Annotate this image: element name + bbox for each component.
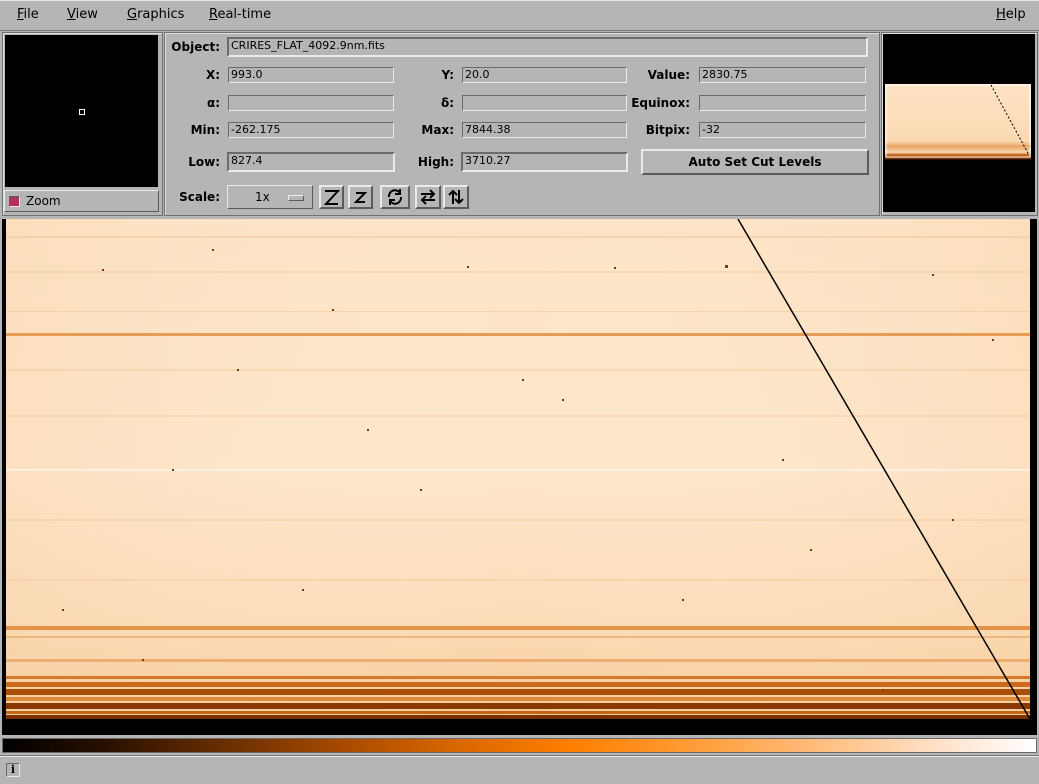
fits-image[interactable] [2,218,1037,735]
colorbar[interactable] [2,738,1037,753]
zoom-in-button[interactable] [319,185,344,209]
zoom-toggle[interactable]: Zoom [4,190,159,212]
object-label: Object: [171,40,220,54]
alpha-field[interactable] [228,95,394,111]
rotate-button[interactable] [380,185,410,209]
delta-label: δ: [440,96,454,110]
menu-help[interactable]: Help [996,7,1026,22]
menu-file[interactable]: File [17,7,39,22]
auto-set-cut-levels-button[interactable]: Auto Set Cut Levels [641,149,869,175]
menu-view[interactable]: View [67,7,98,22]
rotate-icon [387,189,403,205]
y-field[interactable]: 20.0 [462,67,627,83]
max-field[interactable]: 7844.38 [462,122,627,138]
zoom-window[interactable] [5,35,158,187]
value-field[interactable]: 2830.75 [699,67,866,83]
low-field[interactable]: 827.4 [227,152,395,172]
zoom-out-icon [354,191,367,203]
flip-y-icon [448,189,464,205]
equinox-label: Equinox: [631,96,690,110]
equinox-field[interactable] [699,95,866,111]
scale-menu[interactable]: 1x [227,185,313,209]
bitpix-label: Bitpix: [645,123,690,137]
menu-graphics[interactable]: Graphics [127,7,184,22]
status-bar: i [0,755,1039,784]
zoom-out-button[interactable] [348,185,373,209]
zoom-label: Zoom [26,194,61,208]
flip-x-button[interactable] [415,185,441,209]
info-icon[interactable]: i [6,763,20,777]
high-field[interactable]: 3710.27 [461,152,628,172]
scale-value: 1x [255,190,270,204]
flip-x-icon [420,189,436,205]
image-display[interactable] [2,218,1037,735]
flip-y-button[interactable] [443,185,469,209]
x-label: X: [205,68,220,82]
dropdown-indicator-icon [288,195,304,201]
min-field[interactable]: -262.175 [228,122,394,138]
scale-label: Scale: [179,190,220,204]
alpha-label: α: [206,96,220,110]
pan-window[interactable] [883,34,1035,212]
y-label: Y: [441,68,454,82]
zoom-cursor-marker [79,109,85,115]
delta-field[interactable] [462,95,627,111]
zoom-in-icon [323,189,340,205]
menu-bar: File View Graphics Real-time Help [0,0,1039,31]
pan-thumbnail[interactable] [885,84,1031,160]
object-field[interactable]: CRIRES_FLAT_4092.9nm.fits [227,37,868,57]
x-field[interactable]: 993.0 [228,67,394,83]
min-label: Min: [190,123,220,137]
high-label: High: [417,155,454,169]
bitpix-field[interactable]: -32 [699,122,866,138]
value-label: Value: [647,68,690,82]
low-label: Low: [188,155,220,169]
menu-realtime[interactable]: Real-time [209,7,271,22]
max-label: Max: [421,123,454,137]
zoom-checkbox-icon[interactable] [9,195,20,207]
